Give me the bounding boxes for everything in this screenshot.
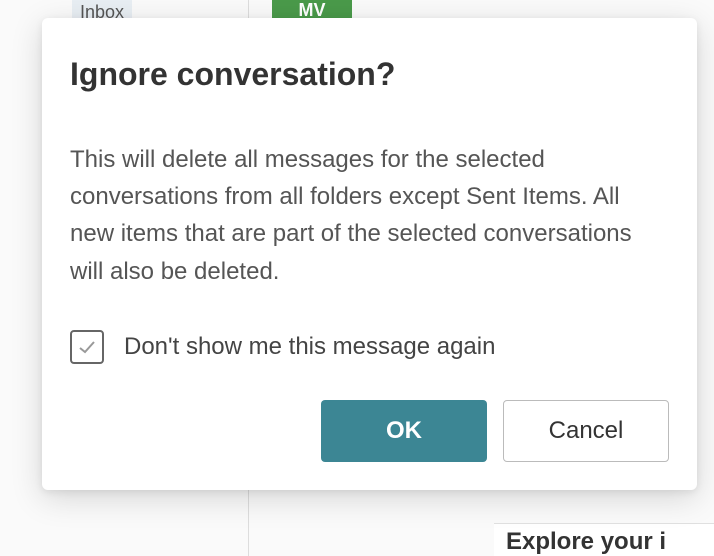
dialog-body-text: This will delete all messages for the se… bbox=[70, 141, 669, 290]
explore-heading: Explore your i bbox=[494, 523, 714, 556]
dont-show-again-row[interactable]: Don't show me this message again bbox=[70, 330, 669, 364]
checkmark-icon bbox=[77, 337, 97, 357]
avatar: MV bbox=[272, 0, 352, 18]
ignore-conversation-dialog: Ignore conversation? This will delete al… bbox=[42, 18, 697, 490]
dialog-title: Ignore conversation? bbox=[70, 56, 669, 93]
dont-show-again-label: Don't show me this message again bbox=[124, 333, 495, 361]
ok-button[interactable]: OK bbox=[321, 400, 487, 462]
dialog-actions: OK Cancel bbox=[70, 400, 669, 462]
cancel-button[interactable]: Cancel bbox=[503, 400, 669, 462]
dont-show-again-checkbox[interactable] bbox=[70, 330, 104, 364]
